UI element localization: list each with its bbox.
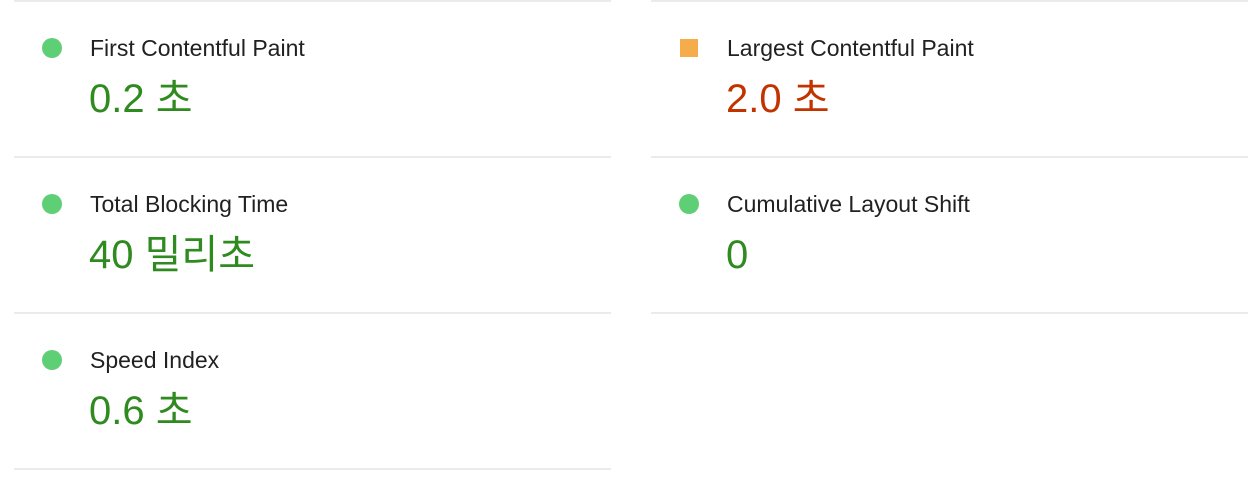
metric-cumulative-layout-shift: Cumulative Layout Shift 0 <box>651 158 1248 314</box>
metric-value: 40 밀리초 <box>89 233 256 277</box>
metric-total-blocking-time: Total Blocking Time 40 밀리초 <box>14 158 611 314</box>
metric-title: First Contentful Paint <box>90 35 305 61</box>
pass-circle-icon <box>679 194 699 214</box>
pass-circle-icon <box>42 38 62 58</box>
metric-title: Total Blocking Time <box>90 191 289 217</box>
pass-circle-icon <box>42 194 62 214</box>
metrics-grid: First Contentful Paint 0.2 초 Total Block… <box>0 0 1256 486</box>
metrics-column-left: First Contentful Paint 0.2 초 Total Block… <box>14 0 611 470</box>
metric-title: Largest Contentful Paint <box>727 35 974 61</box>
metric-title: Speed Index <box>90 347 220 373</box>
metric-value: 0.6 초 <box>89 389 193 433</box>
average-square-icon <box>680 39 698 57</box>
metric-largest-contentful-paint: Largest Contentful Paint 2.0 초 <box>651 2 1248 158</box>
metric-value: 2.0 초 <box>726 77 830 121</box>
metric-title: Cumulative Layout Shift <box>727 191 970 217</box>
metric-value: 0.2 초 <box>89 77 193 121</box>
pass-circle-icon <box>42 350 62 370</box>
metric-speed-index: Speed Index 0.6 초 <box>14 314 611 470</box>
metrics-column-right: Largest Contentful Paint 2.0 초 Cumulativ… <box>651 0 1248 314</box>
metric-value: 0 <box>726 233 749 277</box>
metric-first-contentful-paint: First Contentful Paint 0.2 초 <box>14 2 611 158</box>
